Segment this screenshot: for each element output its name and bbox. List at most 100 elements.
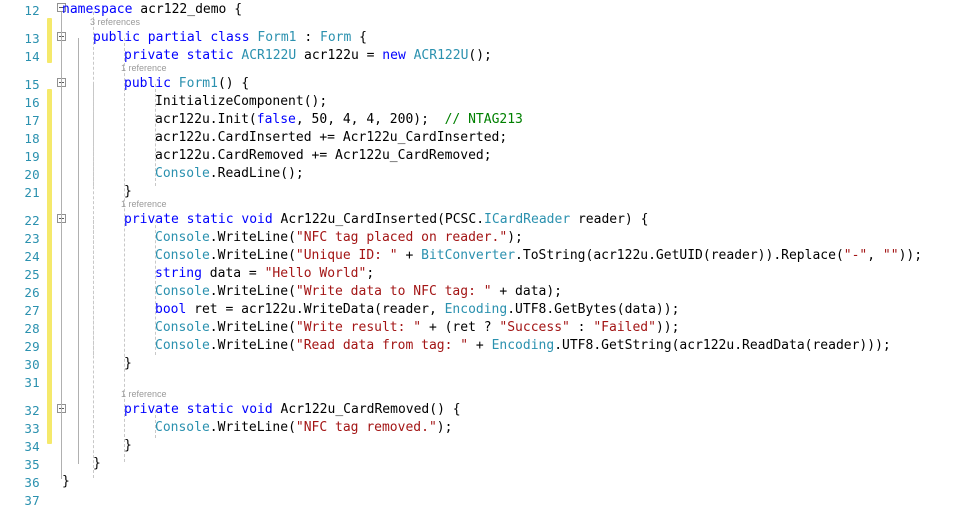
code-token-pln: { [351,30,367,45]
outlining-guide-1 [61,12,62,478]
code-token-typ: Console [155,166,210,181]
code-token-pln: (); [468,48,492,63]
code-line-19[interactable]: acr122u.CardRemoved += Acr122u_CardRemov… [155,147,492,165]
code-token-typ: Console [155,338,210,353]
code-token-pln: )); [655,320,680,335]
line-number-15: 15 [24,77,40,92]
code-line-16[interactable]: InitializeComponent(); [155,93,327,111]
code-token-pln: .WriteLine( [209,338,296,353]
code-token-pln: reader) { [570,212,649,227]
code-line-23[interactable]: Console.WriteLine("NFC tag placed on rea… [155,229,523,247]
line-number-37: 37 [24,493,40,508]
code-line-14[interactable]: private static ACR122U acr122u = new ACR… [124,47,492,65]
code-token-pln: + data); [491,284,563,299]
code-token-pln: ); [436,420,453,435]
code-token-pln: .UTF8.GetString(acr122u.ReadData(reader)… [554,338,891,353]
line-number-22: 22 [24,213,40,228]
code-token-str: "Unique ID: " [295,248,398,263]
line-number-23: 23 [24,231,40,246]
line-number-19: 19 [24,149,40,164]
code-token-typ: ACR122U [241,48,297,63]
code-line-24[interactable]: Console.WriteLine("Unique ID: " + BitCon… [155,247,922,265]
code-token-pln: acr122u.Init( [155,112,257,127]
code-token-pln: )); [898,248,923,263]
code-token-kw: bool [155,302,195,317]
code-line-25[interactable]: string data = "Hello World"; [155,265,374,283]
outlining-guide-4 [78,455,79,464]
code-token-pln: data = [209,266,265,281]
code-token-kw: private static void [124,212,281,227]
code-token-pln: .WriteLine( [209,248,296,263]
code-line-26[interactable]: Console.WriteLine("Write data to NFC tag… [155,283,562,301]
code-token-typ: ICardReader [484,212,571,227]
code-token-pln: Acr122u_CardInserted(PCSC. [280,212,485,227]
code-token-kw: public [124,76,179,91]
code-token-typ: Form1 [178,76,218,91]
codelens-references-line-31[interactable]: 1 reference [121,389,167,400]
code-token-typ: Form1 [257,30,297,45]
code-token-pln: ); [507,230,523,245]
code-token-pln: } [62,474,70,489]
code-token-pln: acr122_demo { [140,2,243,17]
line-number-18: 18 [24,131,40,146]
code-token-pln: + [468,338,492,353]
line-number-28: 28 [24,321,40,336]
line-number-13: 13 [24,31,40,46]
code-line-13[interactable]: public partial class Form1 : Form { [93,29,367,47]
code-token-pln: ret = acr122u.WriteData(reader, [194,302,445,317]
code-token-pln: .WriteLine( [209,284,296,299]
code-line-29[interactable]: Console.WriteLine("Read data from tag: "… [155,337,891,355]
code-token-kw: namespace [62,2,141,17]
code-line-33[interactable]: Console.WriteLine("NFC tag removed."); [155,419,452,437]
code-line-21[interactable]: } [124,183,132,201]
line-number-20: 20 [24,167,40,182]
code-token-str: "Write result: " [295,320,422,335]
code-line-32[interactable]: private static void Acr122u_CardRemoved(… [124,401,461,419]
code-token-pln: () { [217,76,250,91]
code-token-str: "Read data from tag: " [295,338,469,353]
line-number-35: 35 [24,457,40,472]
line-number-14: 14 [24,49,40,64]
code-line-28[interactable]: Console.WriteLine("Write result: " + (re… [155,319,679,337]
code-token-str: "Failed" [593,320,656,335]
code-token-str: "NFC tag placed on reader." [295,230,508,245]
code-line-20[interactable]: Console.ReadLine(); [155,165,304,183]
code-token-typ: Console [155,248,210,263]
line-number-30: 30 [24,357,40,372]
code-line-12[interactable]: namespace acr122_demo { [62,1,242,19]
code-line-35[interactable]: } [93,455,101,473]
code-token-typ: BitConverter [421,248,516,263]
code-token-pln: } [93,456,101,471]
code-line-15[interactable]: public Form1() { [124,75,249,93]
code-token-str: "" [882,248,899,263]
code-token-typ: Encoding [444,302,508,317]
code-line-17[interactable]: acr122u.Init(false, 50, 4, 4, 200); // N… [155,111,523,129]
code-token-pln: : [569,320,594,335]
code-token-cmt: // NTAG213 [444,112,523,127]
code-token-pln: : [296,30,320,45]
code-token-pln: + [397,248,422,263]
code-token-typ: Console [155,284,210,299]
line-number-17: 17 [24,113,40,128]
code-token-str: "Hello World" [264,266,367,281]
line-number-21: 21 [24,185,40,200]
code-token-pln: .WriteLine( [209,420,296,435]
code-line-27[interactable]: bool ret = acr122u.WriteData(reader, Enc… [155,301,679,319]
line-number-25: 25 [24,267,40,282]
code-line-18[interactable]: acr122u.CardInserted += Acr122u_CardInse… [155,129,507,147]
line-number-26: 26 [24,285,40,300]
code-token-kw: public partial class [93,30,258,45]
outlining-guide-3 [78,38,79,462]
code-token-kw: private static [124,48,242,63]
code-line-34[interactable]: } [124,437,132,455]
code-token-kw: new [382,48,414,63]
line-number-12: 12 [24,3,40,18]
code-token-pln: .WriteLine( [209,320,296,335]
code-line-22[interactable]: private static void Acr122u_CardInserted… [124,211,648,229]
code-token-pln: } [124,438,132,453]
code-editor-surface[interactable]: 12 13 14 15 16 17 18 19 20 21 22 23 24 25 26 27 28 29 30 31… [0,0,978,508]
code-line-30[interactable]: } [124,355,132,373]
code-line-36[interactable]: } [62,473,70,491]
code-token-kw: private static void [124,402,281,417]
line-number-34: 34 [24,439,40,454]
